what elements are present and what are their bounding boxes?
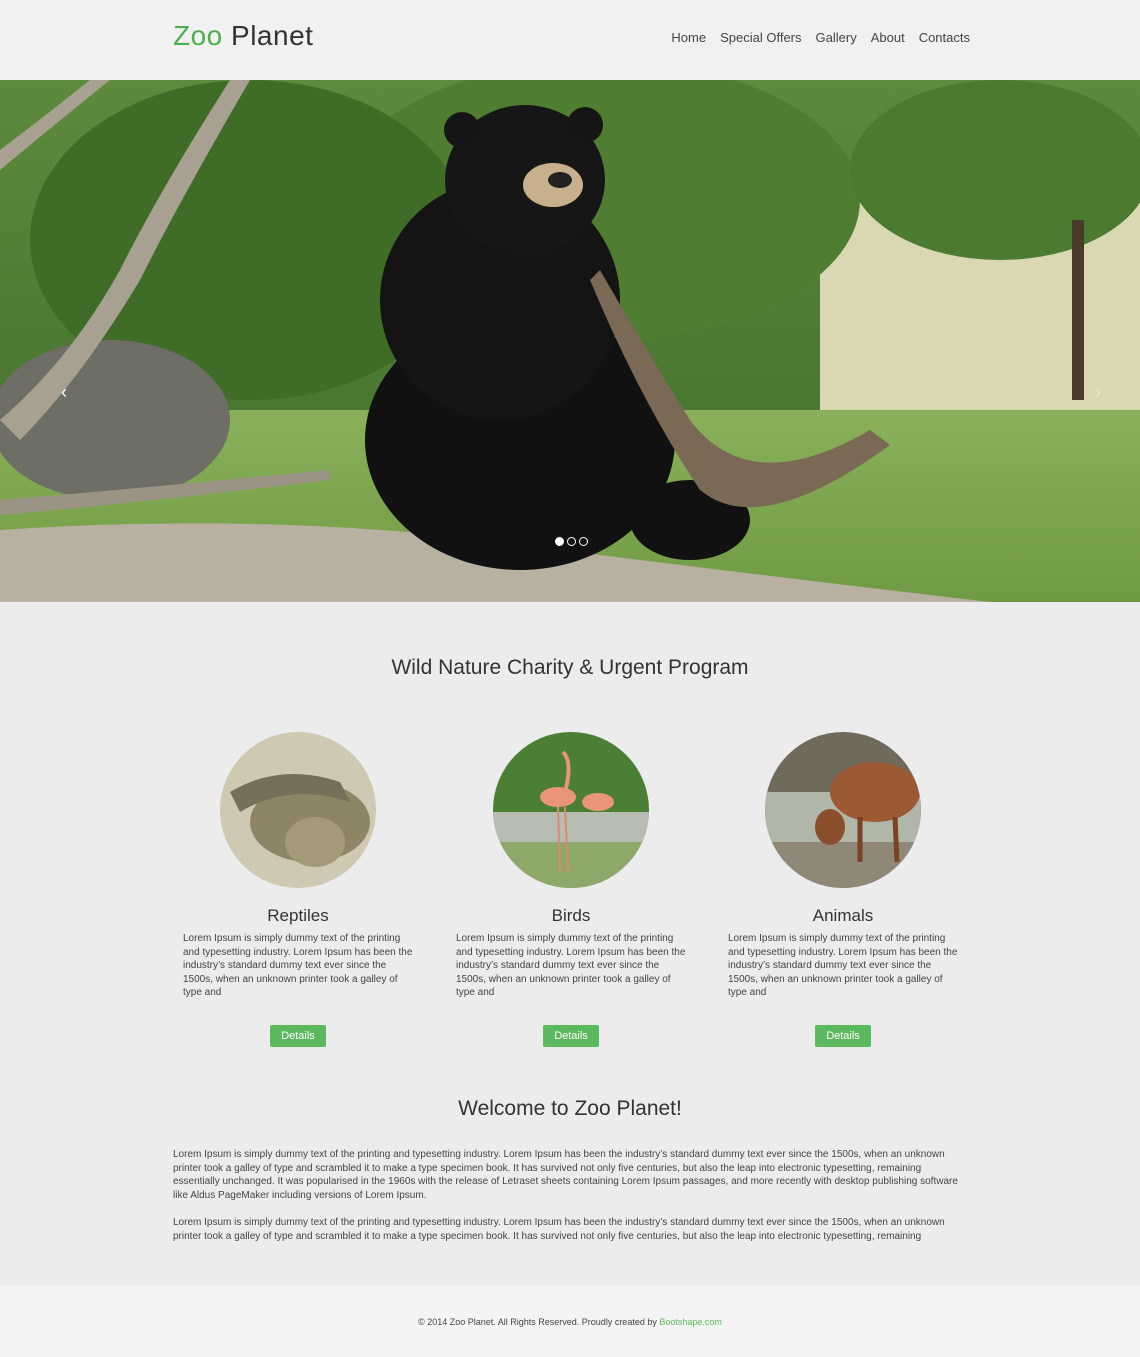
- slider-dot-2[interactable]: [567, 537, 576, 546]
- nav-special-offers[interactable]: Special Offers: [720, 30, 801, 45]
- feature-reptiles: Reptiles Lorem Ipsum is simply dummy tex…: [178, 732, 418, 1047]
- copyright-text: © 2014 Zoo Planet. All Rights Reserved. …: [418, 1317, 657, 1327]
- slider-next-arrow-icon[interactable]: ›: [1088, 380, 1108, 404]
- welcome-title: Welcome to Zoo Planet!: [458, 1097, 682, 1120]
- reptiles-image: [220, 732, 376, 888]
- hero-slider: ‹ ›: [0, 80, 1140, 602]
- feature-title: Reptiles: [267, 906, 329, 925]
- animals-image: [765, 732, 921, 888]
- site-footer: © 2014 Zoo Planet. All Rights Reserved. …: [0, 1286, 1140, 1357]
- slider-dot-3[interactable]: [579, 537, 588, 546]
- details-button[interactable]: Details: [815, 1024, 871, 1047]
- slider-dot-1[interactable]: [555, 537, 564, 546]
- section-title: Wild Nature Charity & Urgent Program: [391, 656, 749, 679]
- feature-text: Lorem Ipsum is simply dummy text of the …: [728, 933, 958, 998]
- details-button[interactable]: Details: [270, 1024, 326, 1047]
- slider-indicators: [555, 537, 588, 546]
- feature-text: Lorem Ipsum is simply dummy text of the …: [183, 933, 413, 998]
- feature-title: Animals: [812, 906, 874, 925]
- feature-animals: Animals Lorem Ipsum is simply dummy text…: [723, 732, 963, 1047]
- details-button[interactable]: Details: [543, 1024, 599, 1047]
- feature-text: Lorem Ipsum is simply dummy text of the …: [456, 933, 686, 998]
- main-nav: Home Special Offers Gallery About Contac…: [671, 30, 970, 45]
- logo-zoo-text: Zoo: [173, 20, 223, 51]
- nav-contacts[interactable]: Contacts: [919, 30, 970, 45]
- logo-planet-text: Planet: [231, 20, 314, 51]
- hero-image-bear: [0, 80, 1140, 602]
- site-header: Zoo Planet Home Special Offers Gallery A…: [0, 0, 1140, 80]
- nav-gallery[interactable]: Gallery: [816, 30, 857, 45]
- welcome-paragraph-1: Lorem Ipsum is simply dummy text of the …: [173, 1149, 958, 1201]
- logo[interactable]: Zoo Planet: [173, 20, 313, 52]
- slider-prev-arrow-icon[interactable]: ‹: [54, 380, 74, 404]
- footer-copyright: © 2014 Zoo Planet. All Rights Reserved. …: [0, 1317, 1140, 1327]
- bootshape-link[interactable]: Bootshape.com: [659, 1317, 722, 1327]
- nav-home[interactable]: Home: [671, 30, 706, 45]
- nav-about[interactable]: About: [871, 30, 905, 45]
- welcome-paragraph-2: Lorem Ipsum is simply dummy text of the …: [173, 1217, 945, 1242]
- birds-image: [493, 732, 649, 888]
- feature-birds: Birds Lorem Ipsum is simply dummy text o…: [451, 732, 691, 1047]
- feature-title: Birds: [551, 906, 591, 925]
